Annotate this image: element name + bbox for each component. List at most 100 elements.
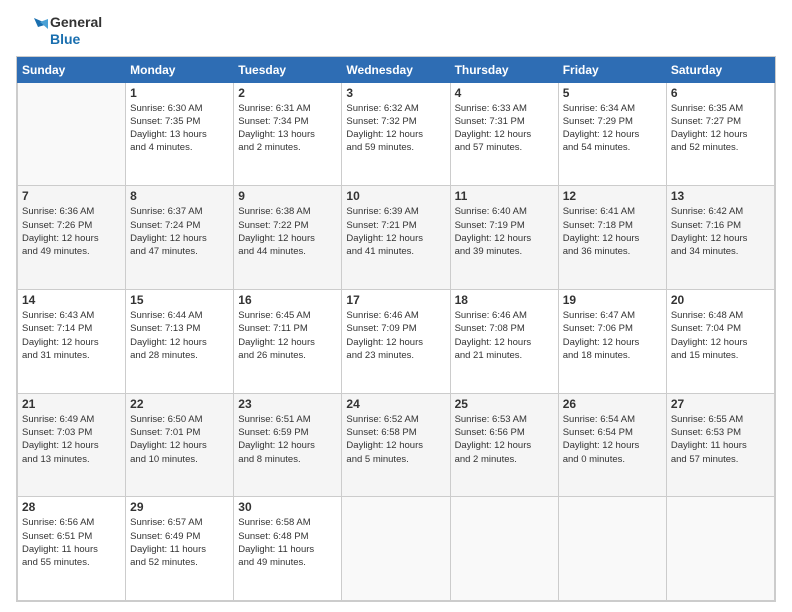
calendar-cell: 14 Sunrise: 6:43 AM Sunset: 7:14 PM Dayli…: [18, 289, 126, 393]
day-number: 4: [455, 86, 554, 100]
day-number: 1: [130, 86, 229, 100]
day-info: Sunrise: 6:39 AM Sunset: 7:21 PM Dayligh…: [346, 205, 445, 258]
calendar-cell: 5 Sunrise: 6:34 AM Sunset: 7:29 PM Daylig…: [558, 82, 666, 186]
day-number: 24: [346, 397, 445, 411]
day-info: Sunrise: 6:55 AM Sunset: 6:53 PM Dayligh…: [671, 413, 770, 466]
day-info: Sunrise: 6:43 AM Sunset: 7:14 PM Dayligh…: [22, 309, 121, 362]
calendar-week-row: 7Sunrise: 6:36 AM Sunset: 7:26 PM Daylig…: [18, 186, 775, 290]
logo-general-text: General: [50, 14, 102, 31]
day-info: Sunrise: 6:45 AM Sunset: 7:11 PM Dayligh…: [238, 309, 337, 362]
day-number: 29: [130, 500, 229, 514]
day-info: Sunrise: 6:49 AM Sunset: 7:03 PM Dayligh…: [22, 413, 121, 466]
calendar-cell: 24Sunrise: 6:52 AM Sunset: 6:58 PM Dayli…: [342, 393, 450, 497]
day-number: 19: [563, 293, 662, 307]
calendar-cell: 18 Sunrise: 6:46 AM Sunset: 7:08 PM Dayli…: [450, 289, 558, 393]
calendar-week-row: 21 Sunrise: 6:49 AM Sunset: 7:03 PM Dayli…: [18, 393, 775, 497]
logo: GeneralBlue: [16, 14, 102, 48]
calendar-week-row: 14 Sunrise: 6:43 AM Sunset: 7:14 PM Dayli…: [18, 289, 775, 393]
day-info: Sunrise: 6:47 AM Sunset: 7:06 PM Dayligh…: [563, 309, 662, 362]
calendar-cell: 12 Sunrise: 6:41 AM Sunset: 7:18 PM Dayli…: [558, 186, 666, 290]
day-number: 27: [671, 397, 770, 411]
day-info: Sunrise: 6:31 AM Sunset: 7:34 PM Dayligh…: [238, 102, 337, 155]
day-number: 12: [563, 189, 662, 203]
day-number: 5: [563, 86, 662, 100]
day-info: Sunrise: 6:41 AM Sunset: 7:18 PM Dayligh…: [563, 205, 662, 258]
day-number: 8: [130, 189, 229, 203]
weekday-header-monday: Monday: [126, 57, 234, 82]
day-number: 22: [130, 397, 229, 411]
calendar-cell: 11 Sunrise: 6:40 AM Sunset: 7:19 PM Dayli…: [450, 186, 558, 290]
calendar-cell: 29 Sunrise: 6:57 AM Sunset: 6:49 PM Dayli…: [126, 497, 234, 601]
weekday-header-row: SundayMondayTuesdayWednesdayThursdayFrid…: [18, 57, 775, 82]
day-info: Sunrise: 6:33 AM Sunset: 7:31 PM Dayligh…: [455, 102, 554, 155]
calendar-cell: 15 Sunrise: 6:44 AM Sunset: 7:13 PM Dayli…: [126, 289, 234, 393]
day-number: 13: [671, 189, 770, 203]
calendar-week-row: 1 Sunrise: 6:30 AM Sunset: 7:35 PM Daylig…: [18, 82, 775, 186]
calendar-cell: 22 Sunrise: 6:50 AM Sunset: 7:01 PM Dayli…: [126, 393, 234, 497]
calendar-cell: 4 Sunrise: 6:33 AM Sunset: 7:31 PM Daylig…: [450, 82, 558, 186]
day-info: Sunrise: 6:32 AM Sunset: 7:32 PM Dayligh…: [346, 102, 445, 155]
day-info: Sunrise: 6:50 AM Sunset: 7:01 PM Dayligh…: [130, 413, 229, 466]
calendar-table: SundayMondayTuesdayWednesdayThursdayFrid…: [17, 57, 775, 601]
day-number: 30: [238, 500, 337, 514]
day-number: 6: [671, 86, 770, 100]
weekday-header-wednesday: Wednesday: [342, 57, 450, 82]
calendar-cell: [666, 497, 774, 601]
day-info: Sunrise: 6:46 AM Sunset: 7:08 PM Dayligh…: [455, 309, 554, 362]
weekday-header-saturday: Saturday: [666, 57, 774, 82]
calendar-cell: 1 Sunrise: 6:30 AM Sunset: 7:35 PM Daylig…: [126, 82, 234, 186]
day-number: 26: [563, 397, 662, 411]
day-info: Sunrise: 6:44 AM Sunset: 7:13 PM Dayligh…: [130, 309, 229, 362]
day-number: 7: [22, 189, 121, 203]
day-number: 20: [671, 293, 770, 307]
day-number: 17: [346, 293, 445, 307]
day-info: Sunrise: 6:48 AM Sunset: 7:04 PM Dayligh…: [671, 309, 770, 362]
calendar-cell: 8Sunrise: 6:37 AM Sunset: 7:24 PM Daylig…: [126, 186, 234, 290]
day-info: Sunrise: 6:46 AM Sunset: 7:09 PM Dayligh…: [346, 309, 445, 362]
day-number: 11: [455, 189, 554, 203]
calendar-cell: 6Sunrise: 6:35 AM Sunset: 7:27 PM Daylig…: [666, 82, 774, 186]
calendar-cell: [450, 497, 558, 601]
calendar-cell: 23Sunrise: 6:51 AM Sunset: 6:59 PM Dayli…: [234, 393, 342, 497]
calendar-cell: 30 Sunrise: 6:58 AM Sunset: 6:48 PM Dayli…: [234, 497, 342, 601]
day-number: 18: [455, 293, 554, 307]
calendar-cell: 26 Sunrise: 6:54 AM Sunset: 6:54 PM Dayli…: [558, 393, 666, 497]
calendar-cell: [558, 497, 666, 601]
calendar-cell: 2 Sunrise: 6:31 AM Sunset: 7:34 PM Daylig…: [234, 82, 342, 186]
day-number: 10: [346, 189, 445, 203]
day-info: Sunrise: 6:38 AM Sunset: 7:22 PM Dayligh…: [238, 205, 337, 258]
day-info: Sunrise: 6:58 AM Sunset: 6:48 PM Dayligh…: [238, 516, 337, 569]
day-number: 14: [22, 293, 121, 307]
calendar-cell: [18, 82, 126, 186]
calendar-cell: 20 Sunrise: 6:48 AM Sunset: 7:04 PM Dayli…: [666, 289, 774, 393]
calendar-cell: 9 Sunrise: 6:38 AM Sunset: 7:22 PM Daylig…: [234, 186, 342, 290]
weekday-header-tuesday: Tuesday: [234, 57, 342, 82]
logo-bird-icon: [16, 14, 48, 46]
day-info: Sunrise: 6:42 AM Sunset: 7:16 PM Dayligh…: [671, 205, 770, 258]
calendar-cell: 3 Sunrise: 6:32 AM Sunset: 7:32 PM Daylig…: [342, 82, 450, 186]
day-info: Sunrise: 6:57 AM Sunset: 6:49 PM Dayligh…: [130, 516, 229, 569]
weekday-header-sunday: Sunday: [18, 57, 126, 82]
day-info: Sunrise: 6:53 AM Sunset: 6:56 PM Dayligh…: [455, 413, 554, 466]
calendar-cell: 27 Sunrise: 6:55 AM Sunset: 6:53 PM Dayli…: [666, 393, 774, 497]
day-number: 28: [22, 500, 121, 514]
day-info: Sunrise: 6:34 AM Sunset: 7:29 PM Dayligh…: [563, 102, 662, 155]
day-number: 9: [238, 189, 337, 203]
calendar-cell: 17 Sunrise: 6:46 AM Sunset: 7:09 PM Dayli…: [342, 289, 450, 393]
calendar-cell: [342, 497, 450, 601]
calendar-cell: 13 Sunrise: 6:42 AM Sunset: 7:16 PM Dayli…: [666, 186, 774, 290]
day-number: 16: [238, 293, 337, 307]
calendar-cell: 19 Sunrise: 6:47 AM Sunset: 7:06 PM Dayli…: [558, 289, 666, 393]
day-info: Sunrise: 6:56 AM Sunset: 6:51 PM Dayligh…: [22, 516, 121, 569]
day-number: 15: [130, 293, 229, 307]
calendar-cell: 21 Sunrise: 6:49 AM Sunset: 7:03 PM Dayli…: [18, 393, 126, 497]
calendar-week-row: 28 Sunrise: 6:56 AM Sunset: 6:51 PM Dayli…: [18, 497, 775, 601]
day-number: 21: [22, 397, 121, 411]
header: GeneralBlue: [16, 14, 776, 48]
day-number: 3: [346, 86, 445, 100]
day-info: Sunrise: 6:54 AM Sunset: 6:54 PM Dayligh…: [563, 413, 662, 466]
day-info: Sunrise: 6:30 AM Sunset: 7:35 PM Dayligh…: [130, 102, 229, 155]
calendar: SundayMondayTuesdayWednesdayThursdayFrid…: [16, 56, 776, 602]
day-info: Sunrise: 6:40 AM Sunset: 7:19 PM Dayligh…: [455, 205, 554, 258]
day-number: 2: [238, 86, 337, 100]
